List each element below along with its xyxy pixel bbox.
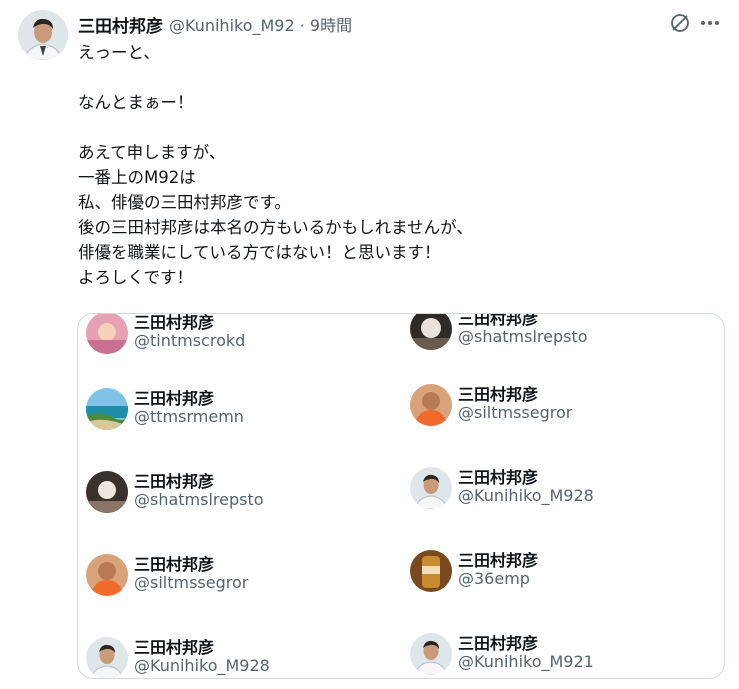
no-entry-icon[interactable] (665, 10, 695, 36)
tweet-line: えっーと、 (78, 43, 160, 62)
pink-photo-avatar (86, 314, 128, 354)
attached-image-card[interactable]: 三田村邦彦 @tintmscrokd 三田村邦彦 @shatmslrepsto … (77, 313, 725, 679)
author-avatar[interactable] (18, 10, 68, 60)
account-handle: @ttmsrmemn (134, 407, 244, 426)
account-entry: 三田村邦彦 @tintmscrokd (86, 313, 366, 356)
tweet-line: あえて申しますが、 (78, 143, 226, 162)
account-entry: 三田村邦彦 @ttmsrmemn (86, 388, 366, 432)
account-handle: @36emp (458, 569, 530, 588)
account-entry: 三田村邦彦 @siltmssegror (86, 554, 366, 598)
dark-photo-avatar (410, 314, 452, 350)
orange-photo-avatar (86, 554, 128, 596)
tweet-line: 私、俳優の三田村邦彦です。 (78, 193, 291, 212)
account-name: 三田村邦彦 (458, 634, 539, 653)
account-entry: 三田村邦彦 @36emp (410, 550, 690, 594)
can-photo-avatar (410, 550, 452, 592)
account-handle: @siltmssegror (458, 403, 573, 422)
portrait-photo-avatar (410, 633, 452, 675)
tweet-line (78, 115, 718, 140)
account-name: 三田村邦彦 (458, 551, 539, 570)
account-entry: 三田村邦彦 @shatmslrepsto (86, 471, 366, 515)
account-handle: @Kunihiko_M928 (458, 486, 594, 505)
account-handle: @Kunihiko_M921 (458, 652, 594, 671)
tweet-line (78, 65, 718, 90)
portrait-photo-avatar (410, 467, 452, 509)
account-handle: @shatmslrepsto (134, 490, 264, 509)
account-entry: 三田村邦彦 @siltmssegror (410, 384, 690, 428)
tweet-line: 後の三田村邦彦は本名の方もいるかもしれませんが、 (78, 218, 473, 237)
account-handle: @Kunihiko_M928 (134, 656, 270, 675)
tweet-header: 三田村邦彦 @Kunihiko_M92 · 9時間 (78, 11, 352, 37)
account-handle: @siltmssegror (134, 573, 249, 592)
account-entry: 三田村邦彦 @Kunihiko_M921 (410, 633, 690, 677)
account-name: 三田村邦彦 (134, 389, 215, 408)
portrait-photo-avatar (86, 637, 128, 678)
more-icon[interactable] (695, 10, 725, 36)
account-handle: @shatmslrepsto (458, 327, 588, 346)
orange-photo-avatar (410, 384, 452, 426)
account-entry: 三田村邦彦 @shatmslrepsto (410, 314, 690, 352)
author-meta[interactable]: @Kunihiko_M92 · 9時間 (169, 12, 352, 36)
author-name[interactable]: 三田村邦彦 (78, 12, 163, 37)
account-handle: @tintmscrokd (134, 331, 246, 350)
tweet-line: なんとまぁー！ (78, 93, 194, 112)
account-name: 三田村邦彦 (134, 313, 215, 332)
beach-photo-avatar (86, 388, 128, 430)
dark-photo-avatar (86, 471, 128, 513)
tweet-actions (665, 10, 725, 36)
tweet-text: えっーと、 なんとまぁー！ あえて申しますが、 一番上のM92は 私、俳優の三田… (78, 40, 718, 290)
account-entry: 三田村邦彦 @Kunihiko_M928 (410, 467, 690, 511)
account-name: 三田村邦彦 (134, 555, 215, 574)
account-name: 三田村邦彦 (458, 468, 539, 487)
tweet-line: よろしくです！ (78, 268, 194, 287)
account-name: 三田村邦彦 (134, 638, 215, 657)
account-name: 三田村邦彦 (134, 472, 215, 491)
tweet-line: 俳優を職業にしている方ではない！と思います！ (78, 243, 441, 262)
account-entry: 三田村邦彦 @Kunihiko_M928 (86, 637, 366, 678)
tweet-line: 一番上のM92は (78, 168, 196, 187)
account-name: 三田村邦彦 (458, 385, 539, 404)
